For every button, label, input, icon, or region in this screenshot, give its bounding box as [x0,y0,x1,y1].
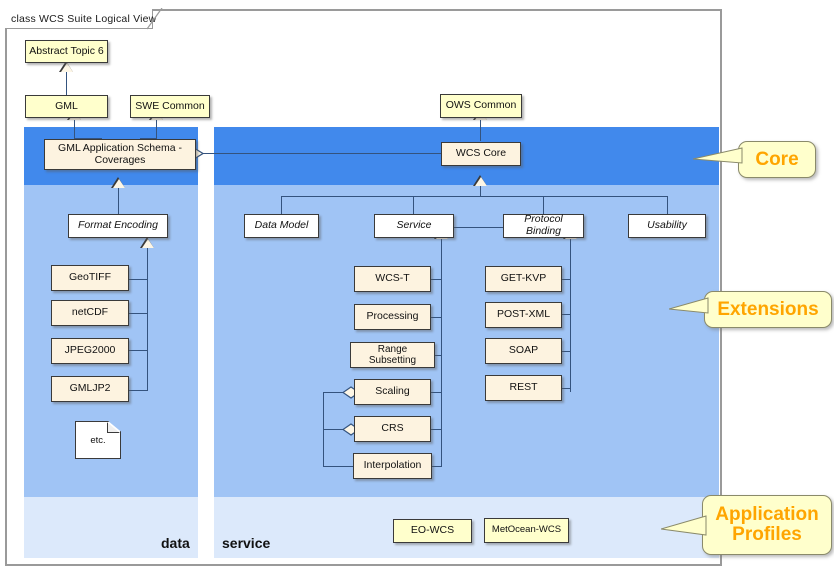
page-title: class WCS Suite Logical View [11,12,157,25]
callout-profiles-tail [660,514,707,545]
callout-extensions-tail [668,296,709,323]
callout-core: Core [692,141,816,178]
diagram-canvas: data service Abstract Topic 6 GML SWE Co… [0,0,834,573]
callout-extensions: Extensions [668,291,832,328]
diagram-title-tab: class WCS Suite Logical View [5,8,163,30]
callout-label-line1: Application [715,504,819,526]
callout-label-line2: Profiles [732,524,802,545]
callout-core-tail [692,146,743,173]
diagram-frame [5,9,722,566]
callout-application-profiles: Application Profiles [702,495,832,555]
callout-label: Extensions [717,298,819,320]
title-tab-slant [147,8,164,30]
callout-label: Core [755,148,799,170]
